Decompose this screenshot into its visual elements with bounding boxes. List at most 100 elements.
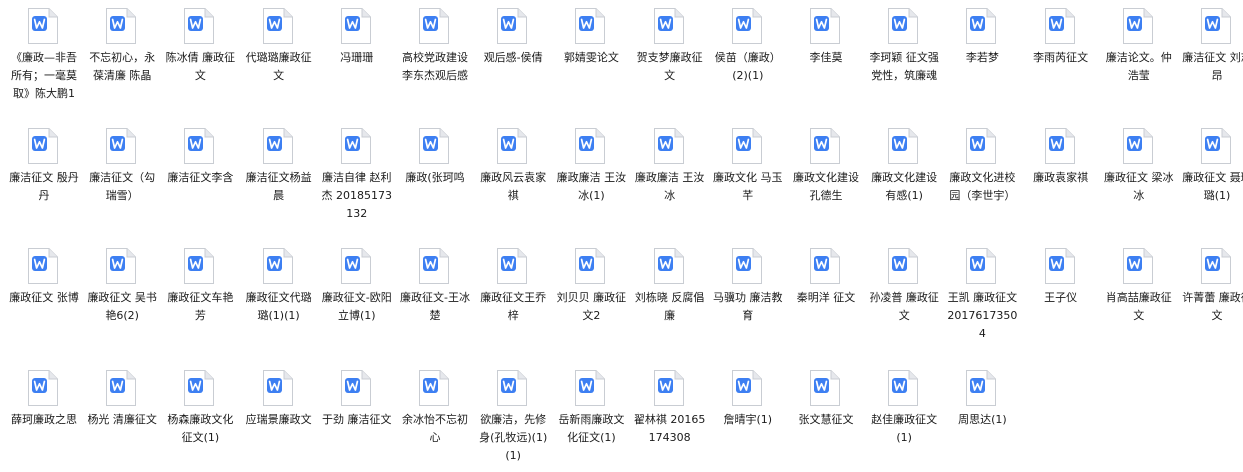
word-document-icon bbox=[574, 247, 606, 285]
file-name-label: 廉政征文 张博 bbox=[9, 291, 79, 304]
word-document-icon bbox=[340, 7, 372, 45]
file-name-label: 廉政征文车艳芳 bbox=[167, 291, 234, 322]
word-document-icon bbox=[1122, 127, 1154, 165]
file-name-label: 欲廉洁，先修身(孔牧远)(1)(1) bbox=[479, 413, 548, 462]
word-document-icon bbox=[574, 369, 606, 407]
word-document-icon bbox=[965, 7, 997, 45]
file-name-label: 廉政(张珂鸣 bbox=[405, 171, 465, 184]
word-document-icon bbox=[105, 7, 137, 45]
word-document-icon bbox=[1200, 127, 1232, 165]
word-document-icon bbox=[340, 247, 372, 285]
word-document-icon bbox=[653, 247, 685, 285]
file-name-label: 廉政廉洁 王汝冰(1) bbox=[556, 171, 627, 202]
file-name-label: 廉政征文 吴书艳6(2) bbox=[87, 291, 157, 322]
file-name-label: 王子仪 bbox=[1044, 291, 1078, 304]
word-document-icon bbox=[183, 369, 215, 407]
file-name-label: 廉政文化建设 孔德生 bbox=[793, 171, 859, 202]
word-document-icon bbox=[262, 7, 294, 45]
file-name-label: 廉洁自律 赵利杰 20185173132 bbox=[321, 171, 393, 220]
file-name-label: 廉政风云袁家祺 bbox=[480, 171, 547, 202]
file-name-label: 侯苗（廉政）(2)(1) bbox=[714, 51, 781, 82]
word-document-icon bbox=[731, 7, 763, 45]
file-name-label: 陈冰倩 廉政征文 bbox=[165, 51, 236, 82]
file-name-label: 杨森廉政文化征文(1) bbox=[167, 413, 234, 444]
word-document-icon bbox=[262, 247, 294, 285]
file-name-label: 廉政文化建设有感(1) bbox=[871, 171, 938, 202]
word-document-icon bbox=[653, 7, 685, 45]
word-document-icon bbox=[653, 127, 685, 165]
word-document-icon bbox=[183, 247, 215, 285]
word-document-icon bbox=[418, 369, 450, 407]
word-document-icon bbox=[574, 7, 606, 45]
file-name-label: 刘贝贝 廉政征文2 bbox=[556, 291, 627, 322]
file-name-label: 廉政廉洁 王汝冰 bbox=[634, 171, 705, 202]
word-document-icon bbox=[418, 247, 450, 285]
word-document-icon bbox=[27, 369, 59, 407]
file-name-label: 肖高喆廉政征文 bbox=[1105, 291, 1172, 322]
file-name-label: 廉政文化 马玉芊 bbox=[713, 171, 783, 202]
file-name-label: 廉洁征文 殷丹丹 bbox=[9, 171, 79, 202]
file-name-label: 李若梦 bbox=[965, 51, 999, 64]
file-name-label: 李雨芮征文 bbox=[1033, 51, 1089, 64]
file-name-label: 廉政征文 聂璐璐(1) bbox=[1182, 171, 1243, 202]
word-document-icon bbox=[340, 127, 372, 165]
word-document-icon bbox=[965, 127, 997, 165]
word-document-icon bbox=[809, 369, 841, 407]
file-name-label: 廉洁论文。仲浩莹 bbox=[1105, 51, 1172, 82]
word-document-icon bbox=[496, 369, 528, 407]
word-document-icon bbox=[105, 127, 137, 165]
file-name-label: 孙凌普 廉政征文 bbox=[869, 291, 939, 322]
word-document-icon bbox=[183, 127, 215, 165]
word-document-icon bbox=[1200, 7, 1232, 45]
file-name-label: 詹晴宇(1) bbox=[723, 413, 773, 426]
file-name-label: 廉政征文代璐璐(1)(1) bbox=[245, 291, 312, 322]
file-name-label: 《廉政—非吾所有；一毫莫取》陈大鹏1 bbox=[11, 51, 77, 100]
file-name-label: 岳新雨廉政文化征文(1) bbox=[558, 413, 625, 444]
word-document-icon bbox=[262, 369, 294, 407]
word-document-icon bbox=[731, 247, 763, 285]
file-grid: 《廉政—非吾所有；一毫莫取》陈大鹏1 不忘初心，永葆清廉 陈晶 陈冰倩 廉政征文 代璐… bbox=[0, 0, 1243, 472]
file-name-label: 赵佳廉政征文(1) bbox=[871, 413, 938, 444]
word-document-icon bbox=[1122, 7, 1154, 45]
word-document-icon bbox=[183, 7, 215, 45]
file-name-label: 廉政袁家祺 bbox=[1033, 171, 1089, 184]
word-document-icon bbox=[27, 127, 59, 165]
file-name-label: 余冰怡不忘初心 bbox=[402, 413, 468, 444]
file-name-label: 廉政征文王乔梓 bbox=[480, 291, 547, 322]
word-document-icon bbox=[105, 369, 137, 407]
file-name-label: 不忘初心，永葆清廉 陈晶 bbox=[89, 51, 156, 82]
word-document-icon bbox=[1044, 7, 1076, 45]
word-document-icon bbox=[809, 7, 841, 45]
file-name-label: 廉政文化进校园（李世宇） bbox=[949, 171, 1016, 202]
word-document-icon bbox=[887, 7, 919, 45]
file-name-label: 廉政征文-欧阳立博(1) bbox=[321, 291, 392, 322]
file-name-label: 刘栋晓 反腐倡廉 bbox=[634, 291, 705, 322]
file-name-label: 王凯 廉政征文 20176173504 bbox=[947, 291, 1018, 340]
file-name-label: 于劲 廉洁征文 bbox=[322, 413, 392, 426]
file-name-label: 廉洁征文（勾瑞雪） bbox=[89, 171, 156, 202]
file-name-label: 代璐璐廉政征文 bbox=[245, 51, 312, 82]
file-name-label: 翟林祺 20165174308 bbox=[633, 413, 706, 444]
word-document-icon bbox=[809, 247, 841, 285]
word-document-icon bbox=[1122, 247, 1154, 285]
file-name-label: 高校党政建设李东杰观后感 bbox=[402, 51, 468, 82]
word-document-icon bbox=[887, 247, 919, 285]
word-document-icon bbox=[105, 247, 137, 285]
word-document-icon bbox=[965, 369, 997, 407]
word-document-icon bbox=[496, 127, 528, 165]
file-name-label: 观后感-侯倩 bbox=[483, 51, 543, 64]
file-name-label: 应瑞景廉政文 bbox=[245, 413, 312, 426]
word-document-icon bbox=[731, 369, 763, 407]
word-document-icon bbox=[1044, 247, 1076, 285]
file-name-label: 许菁蕾 廉政征文 bbox=[1182, 291, 1243, 322]
file-name-label: 李珂颖 征文强党性，筑廉魂 bbox=[869, 51, 939, 82]
word-document-icon bbox=[340, 369, 372, 407]
file-name-label: 廉洁征文 刘志昂 bbox=[1182, 51, 1243, 82]
word-document-icon bbox=[574, 127, 606, 165]
file-name-label: 冯珊珊 bbox=[340, 51, 374, 64]
file-name-label: 周思达(1) bbox=[958, 413, 1007, 426]
word-document-icon bbox=[418, 127, 450, 165]
file-name-label: 贺支梦廉政征文 bbox=[636, 51, 703, 82]
file-name-label: 杨光 清廉征文 bbox=[87, 413, 157, 426]
file-name-label: 薛珂廉政之思 bbox=[11, 413, 77, 426]
